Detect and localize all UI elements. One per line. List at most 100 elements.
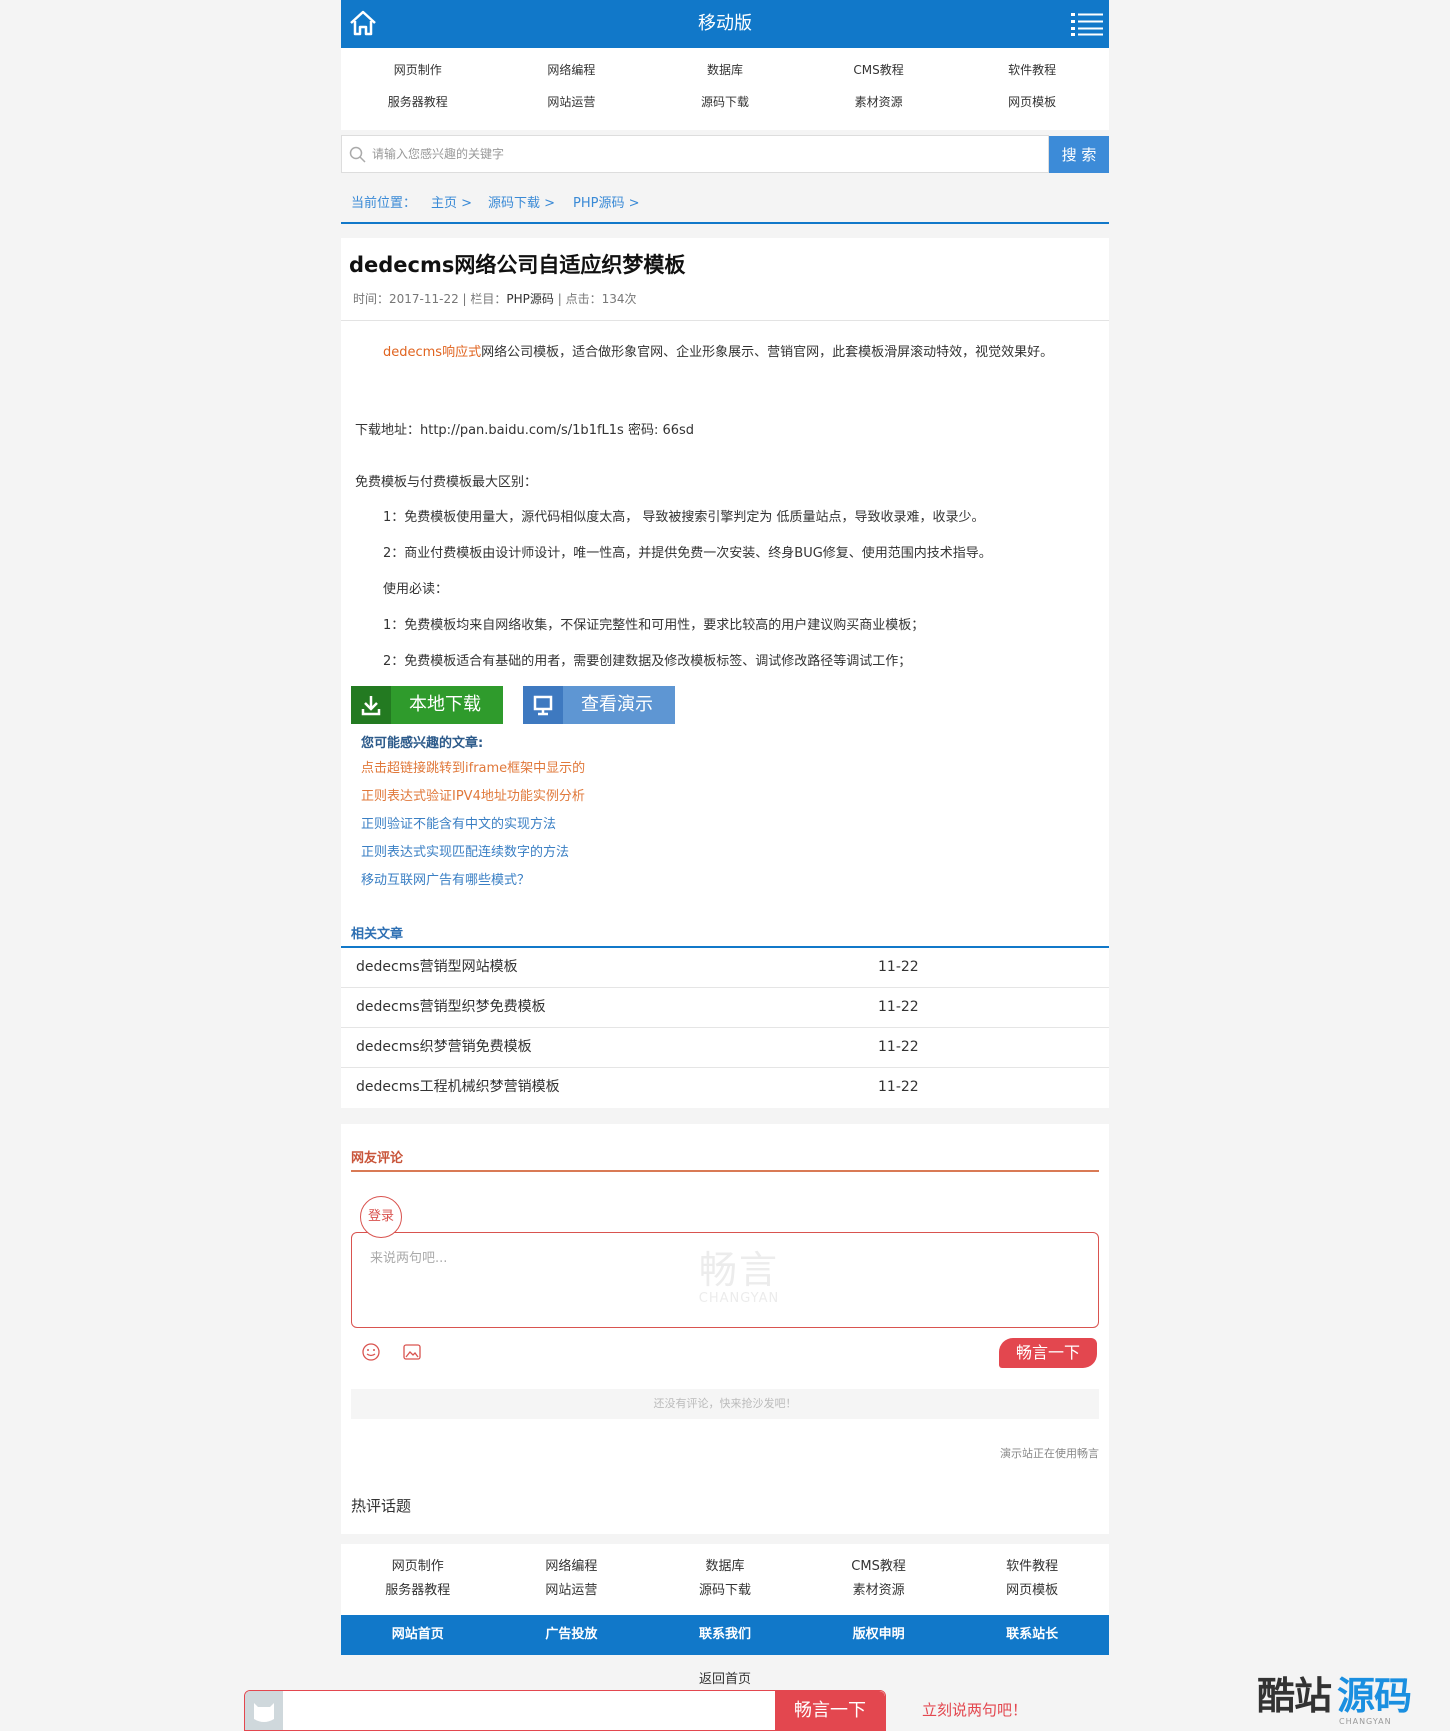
interest-link[interactable]: 正则表达式实现匹配连续数字的方法 — [361, 844, 569, 862]
local-download-button[interactable]: 本地下载 — [351, 686, 503, 724]
search-input[interactable] — [372, 136, 1032, 172]
related-item-title[interactable]: dedecms营销型网站模板 — [356, 948, 518, 987]
download-label: 本地下载 — [409, 694, 481, 715]
demo-label: 查看演示 — [581, 694, 653, 715]
related-item-title[interactable]: dedecms织梦营销免费模板 — [356, 1028, 532, 1067]
hot-topic-title: 热评话题 — [351, 1497, 412, 1515]
footer-nav-link[interactable]: 网页模板 — [955, 1582, 1109, 1600]
footer-bar-link[interactable]: 版权申明 — [802, 1615, 956, 1655]
breadcrumb-link[interactable]: 主页 > — [431, 186, 472, 222]
footer-nav-link[interactable]: 服务器教程 — [341, 1582, 495, 1600]
related-articles: 相关文章 dedecms营销型网站模板 11-22 dedecms营销型织梦免费… — [341, 914, 1109, 1108]
nav-link[interactable]: 数据库 — [648, 61, 802, 79]
quick-comment-input[interactable] — [285, 1691, 819, 1730]
logo-text-dark: 酷站 — [1257, 1674, 1332, 1718]
nav-link[interactable]: 服务器教程 — [341, 93, 495, 111]
footer-nav-link[interactable]: 网页制作 — [341, 1558, 495, 1576]
nav-link[interactable]: 软件教程 — [955, 61, 1109, 79]
related-row[interactable]: dedecms营销型织梦免费模板 11-22 — [341, 988, 1109, 1028]
related-item-date: 11-22 — [878, 999, 919, 1015]
quick-comment-button[interactable]: 畅言一下 — [775, 1691, 885, 1730]
empty-comments-notice: 还没有评论，快来抢沙发吧！ — [351, 1389, 1099, 1419]
site-logo: 酷站 源码 CHANGYAN — [1257, 1673, 1437, 1729]
menu-icon[interactable] — [1071, 12, 1103, 36]
footer-nav-link[interactable]: 源码下载 — [648, 1582, 802, 1600]
comment-box: 畅言 CHANGYAN — [351, 1232, 1099, 1328]
article: dedecms网络公司自适应织梦模板 时间：2017-11-22 | 栏目：PH… — [341, 238, 1109, 914]
footer-bar-link[interactable]: 网站首页 — [341, 1615, 495, 1655]
search-icon — [349, 146, 366, 163]
nav-link[interactable]: 网络编程 — [495, 61, 649, 79]
comments-section: 网友评论 畅言 CHANGYAN 登录 畅言一下 还没有评论，快来抢沙发吧！ 演… — [341, 1124, 1109, 1534]
search-bar: 搜 索 — [341, 135, 1109, 173]
watermark-cn: 畅言 — [698, 1248, 779, 1292]
related-row[interactable]: dedecms工程机械织梦营销模板 11-22 — [341, 1068, 1109, 1107]
related-row[interactable]: dedecms织梦营销免费模板 11-22 — [341, 1028, 1109, 1068]
footer-nav-link[interactable]: 网络编程 — [495, 1558, 649, 1576]
footer-nav-link[interactable]: 网站运营 — [495, 1582, 649, 1600]
footer-nav-link[interactable]: 软件教程 — [955, 1558, 1109, 1576]
image-icon[interactable] — [402, 1342, 422, 1362]
related-item-date: 11-22 — [878, 959, 919, 975]
breadcrumb: 当前位置： 主页 > 源码下载 > PHP源码 > — [341, 186, 1109, 224]
interest-link[interactable]: 移动互联网广告有哪些模式？ — [361, 872, 530, 890]
related-item-title[interactable]: dedecms工程机械织梦营销模板 — [356, 1068, 560, 1107]
monitor-icon — [523, 686, 563, 724]
mobile-page: 移动版 网页制作 网络编程 数据库 CMS教程 软件教程 服务器教程 网站运营 … — [341, 0, 1109, 1687]
meta-column-link[interactable]: PHP源码 — [506, 292, 554, 306]
intro-link[interactable]: dedecms响应式 — [383, 345, 481, 360]
footer-nav-link[interactable]: CMS教程 — [802, 1558, 956, 1576]
related-row[interactable]: dedecms营销型网站模板 11-22 — [341, 948, 1109, 988]
notice-title: 使用必读： — [383, 582, 449, 597]
breadcrumb-link[interactable]: 源码下载 > — [488, 186, 555, 222]
footer-nav-link[interactable]: 素材资源 — [802, 1582, 956, 1600]
interest-title: 您可能感兴趣的文章: — [361, 736, 484, 751]
footer-nav-link[interactable]: 数据库 — [648, 1558, 802, 1576]
comment-submit-button[interactable]: 畅言一下 — [999, 1338, 1097, 1368]
meta-views: | 点击：134次 — [553, 292, 637, 306]
nav-link[interactable]: 网页制作 — [341, 61, 495, 79]
download-icon — [351, 686, 391, 724]
related-item-date: 11-22 — [878, 1079, 919, 1095]
search-box — [341, 135, 1049, 173]
related-item-date: 11-22 — [878, 1039, 919, 1055]
nav-link[interactable]: 源码下载 — [648, 93, 802, 111]
comments-title: 网友评论 — [351, 1151, 404, 1166]
article-title: dedecms网络公司自适应织梦模板 — [349, 253, 686, 277]
article-meta: 时间：2017-11-22 | 栏目：PHP源码 | 点击：134次 — [353, 290, 637, 308]
interest-link[interactable]: 点击超链接跳转到iframe框架中显示的 — [361, 760, 585, 778]
related-header: 相关文章 — [341, 924, 1109, 948]
quick-comment-cta[interactable]: 立刻说两句吧！ — [922, 1700, 1027, 1720]
notice-item: 1：免费模板均来自网络收集，不保证完整性和可用性，要求比较高的用户建议购买商业模… — [383, 618, 925, 633]
watermark-en: CHANGYAN — [698, 1291, 780, 1306]
breadcrumb-label: 当前位置： — [351, 196, 417, 211]
back-home-link[interactable]: 返回首页 — [341, 1671, 1109, 1689]
powered-by[interactable]: 演示站正在使用畅言 — [1000, 1446, 1099, 1462]
footer-bar-link[interactable]: 联系站长 — [955, 1615, 1109, 1655]
view-demo-button[interactable]: 查看演示 — [523, 686, 675, 724]
search-button[interactable]: 搜 索 — [1049, 136, 1109, 173]
interest-link[interactable]: 正则表达式验证IPV4地址功能实例分析 — [361, 788, 585, 806]
footer-bar-link[interactable]: 广告投放 — [495, 1615, 649, 1655]
interest-link[interactable]: 正则验证不能含有中文的实现方法 — [361, 816, 556, 834]
intro-paragraph: dedecms响应式网络公司模板，适合做形象官网、企业形象展示、营销官网，此套模… — [355, 340, 1095, 366]
footer-bar: 网站首页 广告投放 联系我们 版权申明 联系站长 — [341, 1615, 1109, 1655]
page-title: 移动版 — [698, 13, 752, 34]
related-title: 相关文章 — [351, 927, 404, 942]
download-address: 下载地址：http://pan.baidu.com/s/1b1fL1s 密码: … — [355, 423, 695, 438]
login-button[interactable]: 登录 — [360, 1196, 402, 1238]
logo-subtext: CHANGYAN — [1339, 1717, 1392, 1726]
category-nav: 网页制作 网络编程 数据库 CMS教程 软件教程 服务器教程 网站运营 源码下载… — [341, 48, 1109, 130]
notice-item: 2：免费模板适合有基础的用者，需要创建数据及修改模板标签、调试修改路径等调试工作… — [383, 654, 912, 669]
breadcrumb-link[interactable]: PHP源码 > — [573, 186, 639, 222]
meta-date: 时间：2017-11-22 | 栏目： — [353, 292, 507, 306]
emoji-icon[interactable] — [361, 1342, 381, 1362]
footer-bar-link[interactable]: 联系我们 — [648, 1615, 802, 1655]
nav-link[interactable]: CMS教程 — [802, 61, 956, 79]
diff-item: 2：商业付费模板由设计师设计，唯一性高，并提供免费一次安装、终身BUG修复、使用… — [383, 546, 992, 561]
diff-title: 免费模板与付费模板最大区别： — [355, 475, 538, 490]
nav-link[interactable]: 网页模板 — [955, 93, 1109, 111]
nav-link[interactable]: 网站运营 — [495, 93, 649, 111]
nav-link[interactable]: 素材资源 — [802, 93, 956, 111]
related-item-title[interactable]: dedecms营销型织梦免费模板 — [356, 988, 546, 1027]
